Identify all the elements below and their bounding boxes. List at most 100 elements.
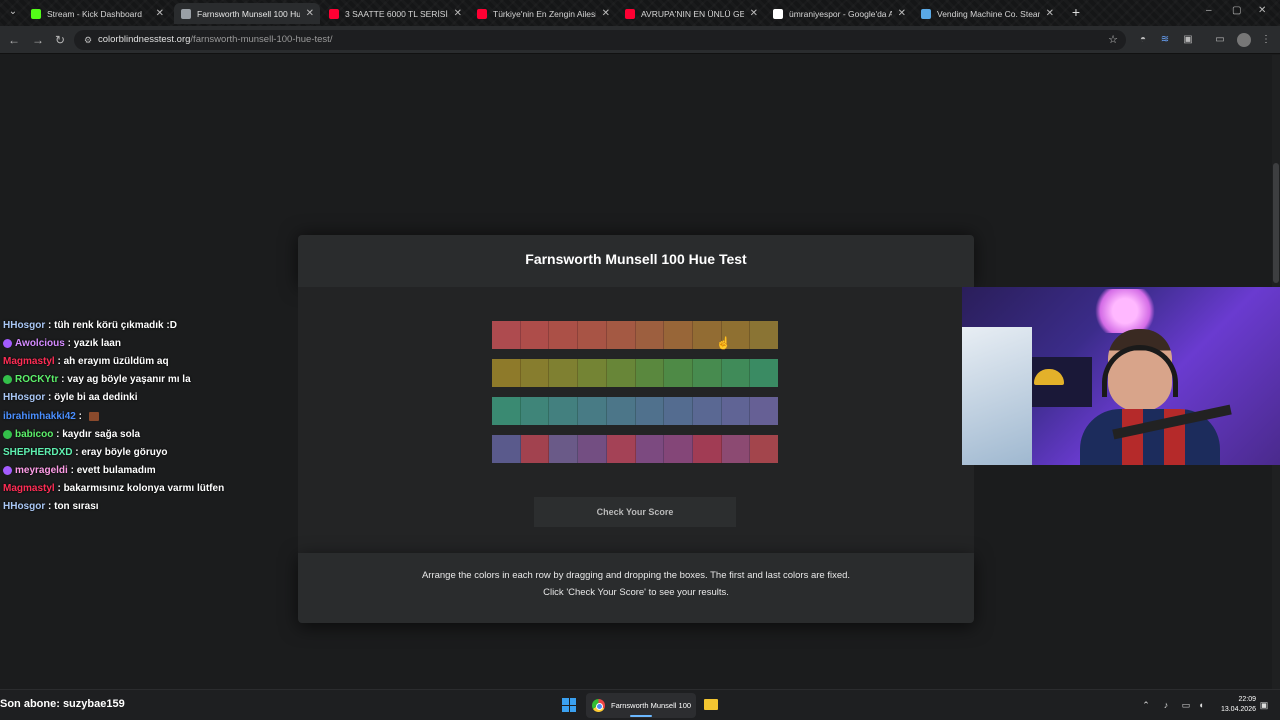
tab-close-icon[interactable]: ✕ (156, 8, 164, 19)
microphone-icon[interactable]: ♪ (1160, 699, 1172, 711)
hue-color-box[interactable] (721, 397, 751, 425)
network-icon[interactable]: ▭ (1180, 699, 1192, 711)
chat-message: ibrahimhakki42 : (3, 407, 293, 425)
chat-badge-icon (3, 375, 12, 385)
tab-favicon-icon (181, 8, 191, 19)
hue-color-box[interactable] (606, 359, 636, 387)
tab-close-icon[interactable]: ✕ (750, 8, 758, 19)
browser-tab[interactable]: ümraniyespor - Google'da Ara ✕ (766, 3, 912, 24)
hue-color-box[interactable] (635, 359, 665, 387)
chat-username: meyrageldi (15, 465, 68, 477)
tab-favicon-icon (477, 8, 487, 19)
tab-title: ümraniyespor - Google'da Ara (789, 8, 892, 19)
hue-color-box (492, 321, 521, 349)
chat-message: Magmastyl : bakarmısınız kolonya varmı l… (3, 480, 293, 498)
tab-close-icon[interactable]: ✕ (306, 8, 314, 19)
chat-text: : ah erayım üzüldüm aq (54, 355, 169, 367)
chat-message: SHEPHERDXD : eray böyle göruyo (3, 443, 293, 461)
hue-color-box[interactable] (606, 397, 636, 425)
hue-color-box[interactable] (520, 435, 550, 463)
tab-close-icon[interactable]: ✕ (602, 8, 610, 19)
tab-title: Farnsworth Munsell 100 Hue Te (197, 8, 300, 19)
chrome-icon (592, 699, 605, 712)
tab-close-icon[interactable]: ✕ (454, 8, 462, 19)
side-panel-icon[interactable]: ▭ (1213, 33, 1227, 47)
chat-text: : evett bulamadım (67, 465, 156, 477)
browser-toolbar: ← → ↻ ⚙ colorblindnesstest.org/farnswort… (0, 26, 1280, 54)
hue-color-box[interactable] (606, 321, 636, 349)
chrome-menu-icon[interactable]: ⋮ (1259, 33, 1273, 47)
hue-color-box[interactable] (692, 397, 722, 425)
browser-tab[interactable]: AVRUPA'NIN EN ÜNLÜ GENELE ✕ (618, 3, 764, 24)
file-explorer-icon[interactable] (704, 699, 718, 710)
hue-color-box[interactable] (549, 359, 579, 387)
site-info-icon[interactable]: ⚙ (82, 34, 94, 46)
tab-favicon-icon (625, 8, 635, 19)
forward-icon[interactable]: → (30, 32, 46, 48)
hue-color-box[interactable] (520, 397, 550, 425)
hue-color-box[interactable] (578, 435, 607, 463)
hue-color-box[interactable] (692, 435, 722, 463)
hue-color-box[interactable] (635, 435, 665, 463)
chat-message: meyrageldi : evett bulamadım (3, 462, 293, 480)
active-app-indicator (630, 715, 652, 717)
hue-color-box[interactable] (549, 397, 579, 425)
new-tab-icon[interactable]: + (1068, 4, 1084, 20)
back-icon[interactable]: ← (6, 32, 22, 48)
hue-color-box[interactable] (664, 359, 693, 387)
last-subscriber-label: Son abone: suzybae159 (0, 698, 125, 710)
hue-color-box[interactable] (549, 321, 579, 349)
hue-color-box[interactable] (664, 397, 693, 425)
hue-color-box[interactable] (664, 435, 693, 463)
hue-color-box[interactable] (520, 359, 550, 387)
system-clock[interactable]: 22:09 13.04.2026 (1214, 695, 1256, 715)
reload-icon[interactable]: ↻ (52, 32, 68, 48)
hue-color-box (750, 359, 779, 387)
volume-icon[interactable]: ◖ (1195, 699, 1207, 711)
hue-color-box[interactable] (578, 359, 607, 387)
tab-close-icon[interactable]: ✕ (898, 8, 906, 19)
minimize-icon[interactable]: – (1206, 5, 1212, 16)
tab-search-icon[interactable]: ⌄ (6, 5, 20, 19)
hue-color-box[interactable] (721, 435, 751, 463)
chat-emote-icon (88, 411, 99, 421)
hue-color-box[interactable] (692, 359, 722, 387)
notification-icon[interactable]: ▣ (1258, 699, 1270, 711)
hue-color-box[interactable] (520, 321, 550, 349)
browser-tab[interactable]: Türkiye'nin En Zengin Ailesi Ko ✕ (470, 3, 616, 24)
hue-color-box[interactable] (549, 435, 579, 463)
hue-color-box[interactable] (721, 359, 751, 387)
windows-taskbar: Son abone: suzybae159 Farnsworth Munsell… (0, 689, 1280, 720)
hue-color-box[interactable] (578, 321, 607, 349)
tab-favicon-icon (31, 8, 41, 19)
clock-time: 22:09 (1238, 696, 1256, 703)
tab-close-icon[interactable]: ✕ (1046, 8, 1054, 19)
hue-color-box[interactable] (635, 397, 665, 425)
hue-color-box[interactable] (578, 397, 607, 425)
url-text[interactable]: colorblindnesstest.org/farnsworth-munsel… (98, 34, 332, 45)
hue-color-box[interactable] (635, 321, 665, 349)
maximize-icon[interactable]: ▢ (1232, 5, 1241, 16)
translate-extension-icon[interactable]: ≋ (1158, 33, 1172, 47)
bookmark-star-icon[interactable]: ☆ (1108, 33, 1118, 46)
browser-tab[interactable]: 3 SAATTE 6000 TL SERİSİ TARS ✕ (322, 3, 468, 24)
taskbar-chrome-app[interactable]: Farnsworth Munsell 100 (586, 693, 696, 718)
tray-chevron-icon[interactable]: ⌃ (1140, 699, 1152, 711)
browser-tab[interactable]: Farnsworth Munsell 100 Hue Te ✕ (174, 3, 320, 24)
hue-color-box[interactable] (606, 435, 636, 463)
profile-avatar[interactable] (1237, 33, 1251, 47)
browser-tab[interactable]: Stream - Kick Dashboard ✕ (24, 3, 170, 24)
hue-test-area: Check Your Score (298, 287, 974, 553)
address-bar[interactable]: ⚙ colorblindnesstest.org/farnsworth-muns… (74, 30, 1126, 50)
scrollbar-thumb[interactable] (1273, 163, 1279, 283)
extensions-puzzle-icon[interactable]: ▣ (1181, 33, 1195, 47)
browser-tab[interactable]: Vending Machine Co. Steam'de ✕ (914, 3, 1060, 24)
check-score-button[interactable]: Check Your Score (534, 497, 736, 527)
hue-color-box[interactable] (664, 321, 693, 349)
close-window-icon[interactable]: ✕ (1258, 5, 1266, 16)
chat-badge-icon (3, 429, 12, 439)
tab-title: 3 SAATTE 6000 TL SERİSİ TARS (345, 8, 448, 19)
incognito-extension-icon[interactable]: ◓ (1136, 33, 1150, 47)
hue-row-2 (492, 359, 779, 387)
windows-start-icon[interactable] (562, 698, 576, 712)
